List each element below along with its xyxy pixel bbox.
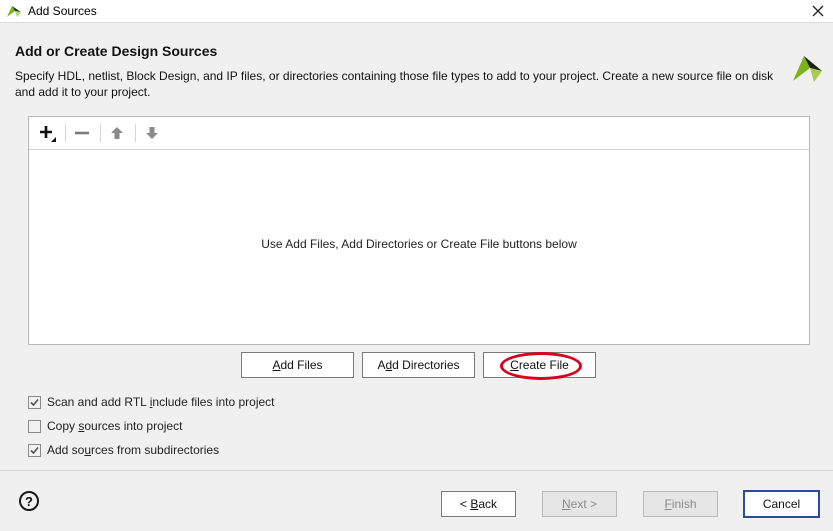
close-icon bbox=[812, 5, 824, 17]
toolbar-separator bbox=[65, 124, 66, 142]
help-icon: ? bbox=[25, 493, 33, 509]
close-button[interactable] bbox=[805, 0, 831, 22]
vivado-brand-icon bbox=[793, 56, 822, 82]
button-label: < bbox=[459, 497, 471, 511]
checkbox[interactable] bbox=[28, 395, 41, 409]
vivado-logo-icon bbox=[7, 6, 21, 17]
add-files-button[interactable]: Add Files bbox=[241, 352, 354, 378]
option-copy-sources[interactable]: Copy sources into project bbox=[28, 417, 182, 435]
button-label: dd Files bbox=[280, 358, 323, 372]
move-up-button[interactable] bbox=[105, 122, 129, 144]
plus-icon bbox=[40, 126, 56, 142]
add-directories-button[interactable]: Add Directories bbox=[362, 352, 475, 378]
mnemonic: C bbox=[510, 358, 519, 372]
checkbox[interactable] bbox=[28, 443, 41, 457]
option-label: Scan and add RTL include files into proj… bbox=[47, 395, 275, 409]
checkbox[interactable] bbox=[28, 419, 41, 433]
check-icon bbox=[30, 398, 39, 406]
add-source-button[interactable] bbox=[35, 122, 59, 144]
button-label: reate File bbox=[518, 358, 569, 372]
create-file-button[interactable]: Create File bbox=[483, 352, 596, 378]
option-add-subdirectories[interactable]: Add sources from subdirectories bbox=[28, 441, 219, 459]
option-label: Copy sources into project bbox=[47, 419, 183, 433]
arrow-down-icon bbox=[146, 127, 158, 139]
title-bar: Add Sources bbox=[0, 0, 833, 23]
check-icon bbox=[30, 446, 39, 454]
mnemonic: F bbox=[664, 497, 672, 511]
finish-button[interactable]: Finish bbox=[643, 491, 718, 517]
mnemonic: N bbox=[561, 497, 571, 511]
minus-icon bbox=[75, 131, 89, 135]
page-description: Specify HDL, netlist, Block Design, and … bbox=[15, 69, 774, 99]
source-file-list[interactable]: Use Add Files, Add Directories or Create… bbox=[28, 116, 810, 345]
page-title: Add or Create Design Sources bbox=[15, 43, 218, 59]
next-button[interactable]: Next > bbox=[542, 491, 617, 517]
help-button[interactable]: ? bbox=[19, 491, 39, 511]
dialog-header: Add or Create Design Sources Specify HDL… bbox=[0, 23, 833, 117]
button-label: d Directories bbox=[392, 358, 460, 372]
move-down-button[interactable] bbox=[140, 122, 164, 144]
button-label: ack bbox=[478, 497, 498, 511]
remove-source-button[interactable] bbox=[70, 122, 94, 144]
back-button[interactable]: < Back bbox=[441, 491, 516, 517]
arrow-up-icon bbox=[111, 127, 123, 139]
toolbar-separator bbox=[100, 124, 101, 142]
toolbar-separator bbox=[135, 124, 136, 142]
cancel-button[interactable]: Cancel bbox=[743, 490, 820, 518]
file-list-toolbar bbox=[29, 117, 809, 150]
option-label: Add sources from subdirectories bbox=[47, 443, 220, 457]
option-scan-rtl-include[interactable]: Scan and add RTL include files into proj… bbox=[28, 393, 275, 411]
button-label: ext > bbox=[570, 497, 598, 511]
empty-list-message: Use Add Files, Add Directories or Create… bbox=[261, 237, 577, 251]
window-title: Add Sources bbox=[28, 4, 97, 18]
button-label: inish bbox=[671, 497, 697, 511]
footer-divider bbox=[0, 470, 833, 471]
